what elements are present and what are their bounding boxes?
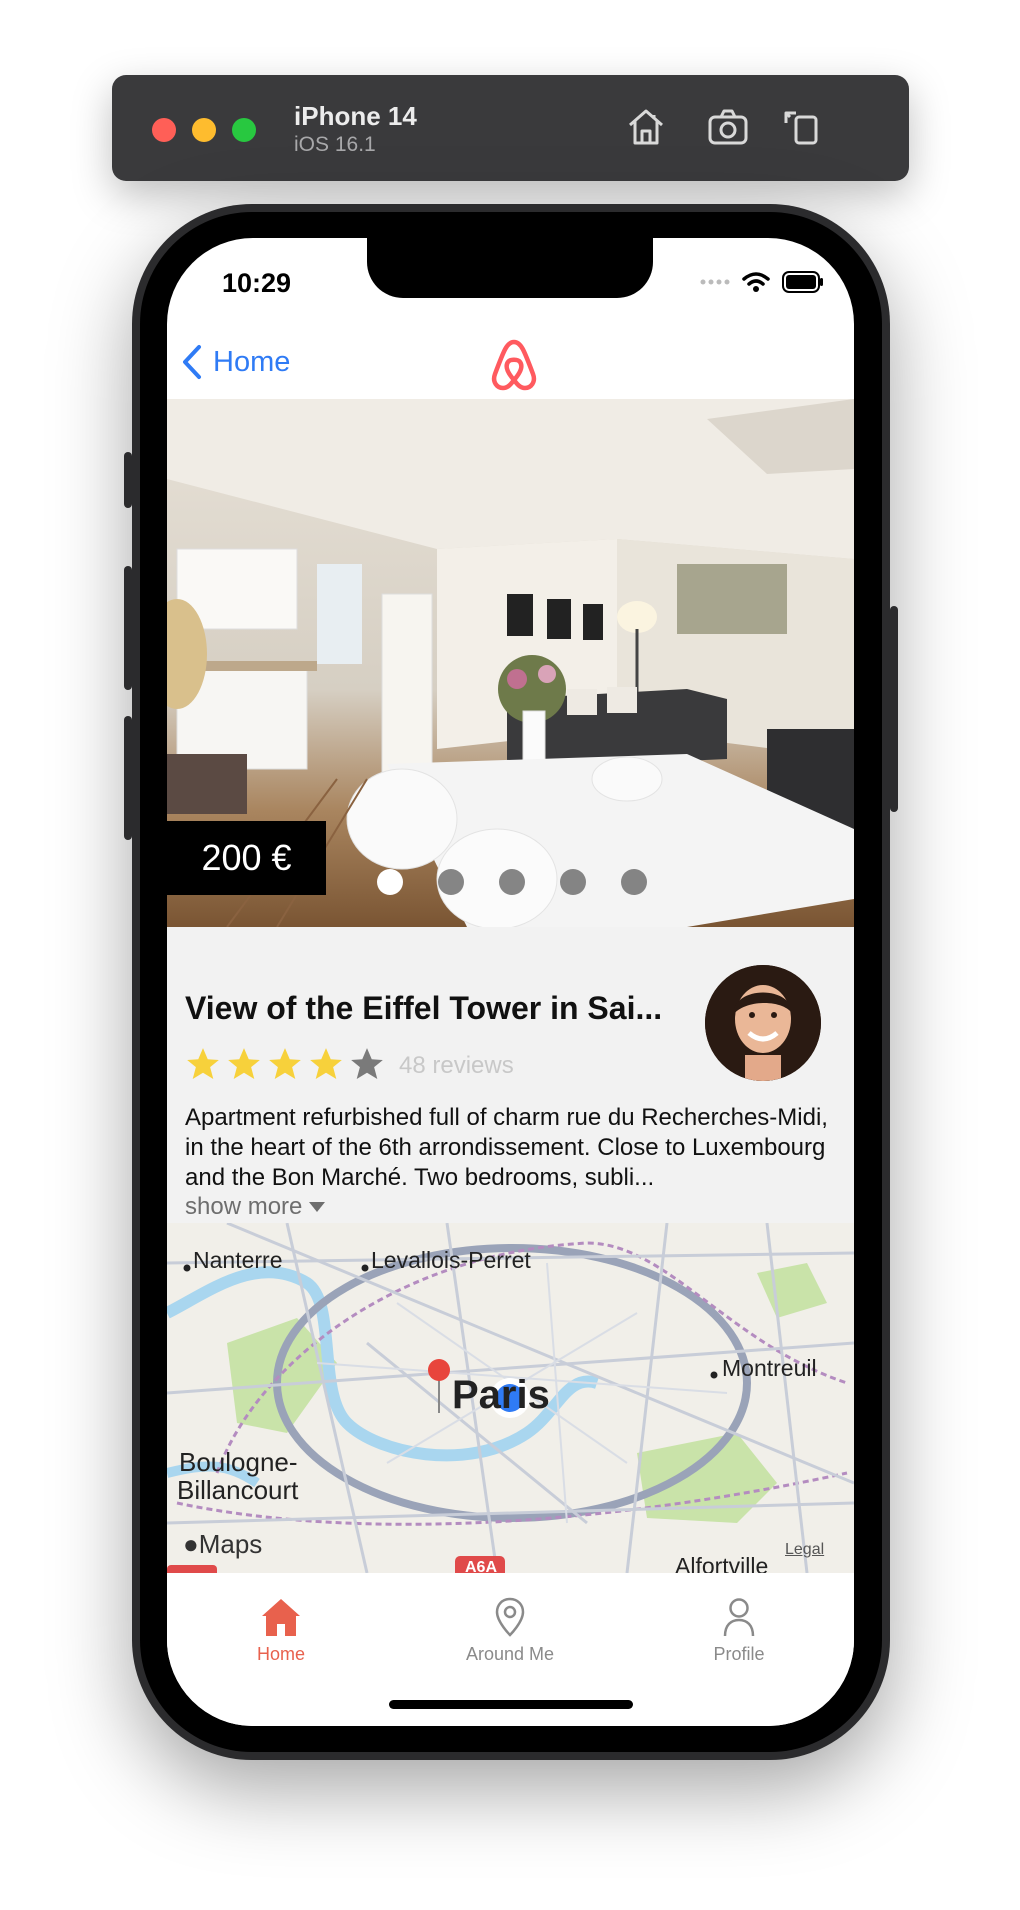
back-label: Home <box>213 345 291 378</box>
host-avatar[interactable] <box>705 965 821 1081</box>
page-dot[interactable] <box>438 869 464 895</box>
road-badge-a6a: A6A <box>465 1559 498 1573</box>
home-icon[interactable] <box>622 103 670 151</box>
battery-icon <box>782 271 823 293</box>
show-more-button[interactable]: show more <box>185 1193 326 1221</box>
wifi-icon <box>742 272 770 292</box>
tab-profile-label: Profile <box>713 1644 765 1664</box>
star-icon <box>228 1048 260 1080</box>
star-empty-icon <box>351 1048 383 1080</box>
volume-up-button <box>124 566 132 690</box>
apple-maps-logo: ●Maps <box>183 1529 262 1560</box>
review-count: 48 reviews <box>399 1052 514 1079</box>
tab-home-label: Home <box>256 1644 305 1664</box>
location-map[interactable]: Nanterre Levallois-Perret Montreuil Pari… <box>167 1223 854 1573</box>
status-icons <box>700 270 824 294</box>
close-window-button[interactable] <box>152 118 176 142</box>
zoom-window-button[interactable] <box>232 118 256 142</box>
simulator-toolbar: iPhone 14 iOS 16.1 <box>112 75 909 181</box>
map-label-boulogne-line2: Billancourt <box>177 1475 299 1505</box>
person-icon <box>723 1598 755 1637</box>
map-label-paris: Paris <box>452 1373 550 1417</box>
camera-icon[interactable] <box>704 103 752 151</box>
navigation-bar: Home <box>167 330 854 400</box>
listing-description: Apartment refurbished full of charm rue … <box>185 1104 828 1191</box>
page-dot[interactable] <box>377 869 403 895</box>
rating-stars <box>184 1045 386 1083</box>
listing-title: View of the Eiffel Tower in Sai... <box>185 990 663 1026</box>
home-indicator[interactable] <box>389 1700 633 1709</box>
maps-logo-label: Maps <box>198 1529 263 1559</box>
page-dot[interactable] <box>621 869 647 895</box>
tab-around-me-label: Around Me <box>465 1644 555 1664</box>
tab-around-me[interactable]: Around Me <box>430 1596 590 1665</box>
chevron-left-icon <box>183 345 201 379</box>
page-dot[interactable] <box>499 869 525 895</box>
listing-details: View of the Eiffel Tower in Sai... 48 re… <box>167 927 854 1223</box>
star-icon <box>269 1048 301 1080</box>
rotate-icon[interactable] <box>778 103 826 151</box>
map-pin-icon <box>495 1597 525 1637</box>
power-button <box>890 606 898 812</box>
carousel-page-indicator[interactable] <box>377 869 647 895</box>
signal-icon <box>700 279 730 285</box>
apple-icon: ● <box>183 1529 199 1559</box>
map-label-montreuil: Montreuil <box>722 1355 817 1381</box>
map-label-alfortville: Alfortville <box>675 1553 769 1573</box>
page-dot[interactable] <box>560 869 586 895</box>
map-label-nanterre: Nanterre <box>193 1247 283 1273</box>
airbnb-logo-icon <box>491 339 537 391</box>
back-button[interactable]: Home <box>181 344 290 380</box>
caret-down-icon <box>309 1202 326 1212</box>
star-icon <box>310 1048 342 1080</box>
minimize-window-button[interactable] <box>192 118 216 142</box>
star-icon <box>187 1048 219 1080</box>
legal-link[interactable]: Legal <box>785 1541 824 1559</box>
tab-home[interactable]: Home <box>201 1596 361 1665</box>
os-version: iOS 16.1 <box>294 133 376 156</box>
map-label-boulogne-line1: Boulogne- <box>179 1447 298 1477</box>
notch <box>367 238 653 298</box>
tab-profile[interactable]: Profile <box>659 1596 819 1665</box>
price-tag: 200 € <box>167 821 326 895</box>
status-time: 10:29 <box>222 268 292 298</box>
mute-switch <box>124 452 132 508</box>
house-icon <box>262 1599 300 1636</box>
device-name: iPhone 14 <box>294 101 417 131</box>
map-label-levallois: Levallois-Perret <box>371 1247 531 1273</box>
listing-photo-carousel[interactable]: 200 € <box>167 399 854 927</box>
show-more-label: show more <box>185 1193 303 1220</box>
volume-down-button <box>124 716 132 840</box>
app-screen: 10:29 Home 200 € View of the Eiffel Towe… <box>167 238 854 1726</box>
